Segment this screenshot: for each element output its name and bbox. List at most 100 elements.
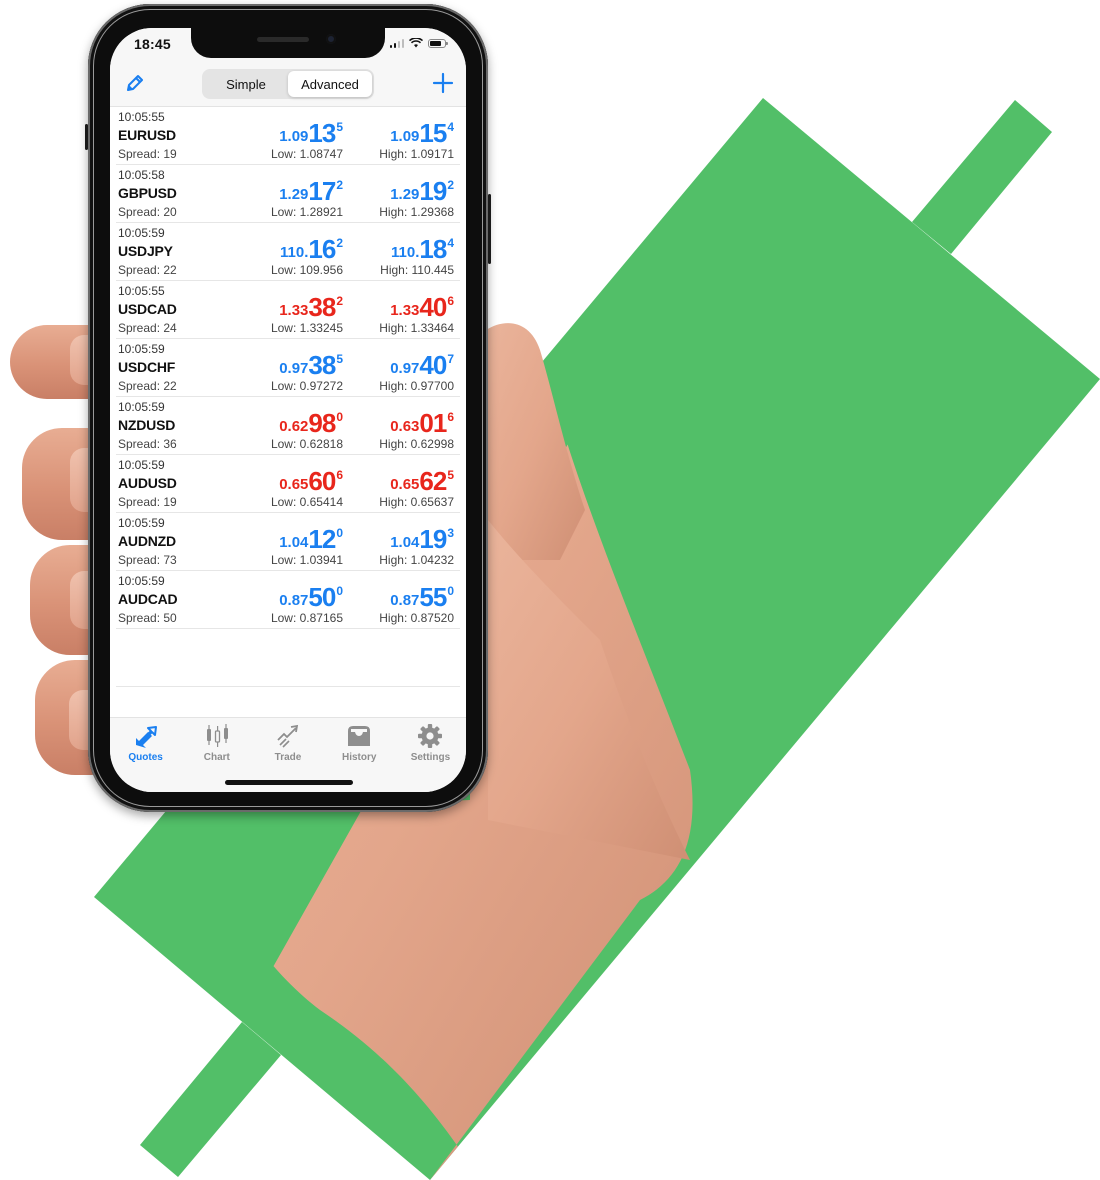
tab-settings[interactable]: Settings: [395, 718, 466, 792]
quote-row[interactable]: 10:05:59 AUDUSD Spread: 19 0.65 60 6 0.65 62 5 Lo…: [116, 455, 460, 513]
quote-high: High: 1.29368: [379, 205, 454, 219]
quote-symbol: EURUSD: [118, 127, 176, 143]
ask-price-prefix: 1.04: [390, 534, 420, 551]
quote-low: Low: 1.28921: [270, 205, 343, 219]
quote-row[interactable]: 10:05:59 USDCHF Spread: 22 0.97 38 5 0.97 40 7 Lo…: [116, 339, 460, 397]
ask-price-prefix: 1.09: [390, 128, 420, 145]
wifi-icon: [409, 38, 423, 48]
ask-price: 1.33 40 6: [390, 293, 454, 321]
ask-price: 0.87 55 0: [390, 583, 454, 611]
quote-high: High: 1.04232: [379, 553, 454, 567]
ask-price-pips: 40: [419, 292, 447, 322]
bid-price-fraction: 5: [336, 352, 343, 366]
status-time: 18:45: [134, 36, 171, 52]
ask-price-prefix: 0.63: [390, 418, 420, 435]
quote-time: 10:05:59: [118, 226, 165, 240]
bid-price-prefix: 0.62: [279, 418, 309, 435]
ask-price: 0.63 01 6: [390, 409, 454, 437]
bid-price-pips: 13: [308, 118, 336, 148]
bid-price-fraction: 2: [336, 178, 343, 192]
home-indicator[interactable]: [225, 780, 353, 785]
quote-spread: Spread: 19: [118, 147, 177, 161]
segment-simple[interactable]: Simple: [204, 71, 288, 97]
bid-price-pips: 98: [308, 408, 336, 438]
quote-time: 10:05:58: [118, 168, 165, 182]
ask-price-pips: 19: [419, 176, 447, 206]
ask-price: 1.09 15 4: [390, 119, 454, 147]
tab-label: History: [341, 752, 377, 763]
quote-symbol: AUDUSD: [118, 475, 177, 491]
view-mode-segmented-control: Simple Advanced: [202, 69, 374, 99]
add-symbol-button[interactable]: [432, 72, 454, 94]
bid-price-prefix: 1.29: [279, 186, 309, 203]
segment-advanced[interactable]: Advanced: [288, 71, 372, 97]
inbox-tray-icon: [348, 726, 371, 746]
bid-price: 0.97 38 5: [279, 351, 343, 379]
app-screen: 18:45 Simple Advanced 10:05:55 EURUSD Spre…: [110, 28, 466, 792]
quote-row[interactable]: 10:05:59 USDJPY Spread: 22 110. 16 2 110. 18 4 Lo…: [116, 223, 460, 281]
quote-row[interactable]: 10:05:59 AUDCAD Spread: 50 0.87 50 0 0.87 55 0 Lo…: [116, 571, 460, 629]
bid-price: 1.33 38 2: [279, 293, 343, 321]
bid-price: 1.29 17 2: [279, 177, 343, 205]
quote-time: 10:05:59: [118, 400, 165, 414]
bid-price: 0.87 50 0: [279, 583, 343, 611]
trade-trend-icon: [277, 724, 299, 748]
cellular-signal-icon: [389, 39, 404, 48]
quote-spread: Spread: 36: [118, 437, 177, 451]
quote-row[interactable]: 10:05:59 AUDNZD Spread: 73 1.04 12 0 1.04 19 3 Lo…: [116, 513, 460, 571]
quote-spread: Spread: 50: [118, 611, 177, 625]
ask-price-fraction: 2: [447, 178, 454, 192]
phone-device: 18:45 Simple Advanced 10:05:55 EURUSD Spre…: [85, 4, 491, 812]
tab-label: Settings: [410, 752, 451, 763]
bid-price: 0.62 98 0: [279, 409, 343, 437]
candlestick-chart-icon: [206, 724, 228, 747]
ask-price-pips: 40: [419, 350, 447, 380]
quote-high: High: 1.33464: [379, 321, 454, 335]
tab-label: Quotes: [128, 752, 163, 763]
quote-symbol: USDJPY: [118, 243, 173, 259]
quote-symbol: AUDCAD: [118, 591, 178, 607]
ask-price-prefix: 110.: [391, 244, 420, 261]
quote-spread: Spread: 73: [118, 553, 177, 567]
quote-low: Low: 0.65414: [270, 495, 343, 509]
ask-price-fraction: 6: [447, 294, 454, 308]
quote-spread: Spread: 22: [118, 379, 177, 393]
notch: [191, 28, 385, 58]
bid-price: 1.04 12 0: [279, 525, 343, 553]
ask-price-fraction: 7: [447, 352, 454, 366]
ask-price: 1.04 19 3: [390, 525, 454, 553]
edit-button[interactable]: [124, 72, 146, 94]
quote-low: Low: 0.87165: [270, 611, 343, 625]
tab-label: Trade: [274, 752, 302, 763]
quote-low: Low: 1.08747: [270, 147, 343, 161]
bid-price-fraction: 6: [336, 468, 343, 482]
bid-price-prefix: 1.33: [279, 302, 309, 319]
bid-price-pips: 38: [308, 292, 336, 322]
volume-button: [85, 124, 88, 150]
quote-row[interactable]: 10:05:59 NZDUSD Spread: 36 0.62 98 0 0.63 01 6 Lo…: [116, 397, 460, 455]
front-camera: [326, 34, 336, 44]
bid-price-prefix: 1.04: [279, 534, 309, 551]
bid-price-fraction: 0: [336, 584, 343, 598]
quote-symbol: GBPUSD: [118, 185, 177, 201]
ask-price: 1.29 19 2: [390, 177, 454, 205]
bid-price: 0.65 60 6: [279, 467, 343, 495]
quote-row[interactable]: 10:05:55 USDCAD Spread: 24 1.33 38 2 1.33 40 6 Lo…: [116, 281, 460, 339]
tab-quotes[interactable]: Quotes: [110, 718, 181, 792]
quotes-list: 10:05:55 EURUSD Spread: 19 1.09 13 5 1.09 15 4 Lo…: [116, 107, 460, 629]
bid-price-prefix: 0.97: [279, 360, 309, 377]
ask-price-fraction: 5: [447, 468, 454, 482]
quote-high: High: 0.97700: [379, 379, 454, 393]
divider: [116, 686, 460, 687]
ask-price-fraction: 4: [447, 236, 454, 250]
bid-price-prefix: 0.65: [279, 476, 309, 493]
quote-row[interactable]: 10:05:58 GBPUSD Spread: 20 1.29 17 2 1.29 19 2 Lo…: [116, 165, 460, 223]
quote-row[interactable]: 10:05:55 EURUSD Spread: 19 1.09 13 5 1.09 15 4 Lo…: [116, 107, 460, 165]
bid-price-pips: 60: [308, 466, 336, 496]
quote-time: 10:05:59: [118, 342, 165, 356]
bid-price-pips: 17: [308, 176, 336, 206]
bid-price-pips: 12: [308, 524, 336, 554]
bid-price-prefix: 110.: [280, 244, 309, 261]
ask-price-pips: 55: [419, 582, 447, 612]
ask-price-prefix: 1.29: [390, 186, 420, 203]
